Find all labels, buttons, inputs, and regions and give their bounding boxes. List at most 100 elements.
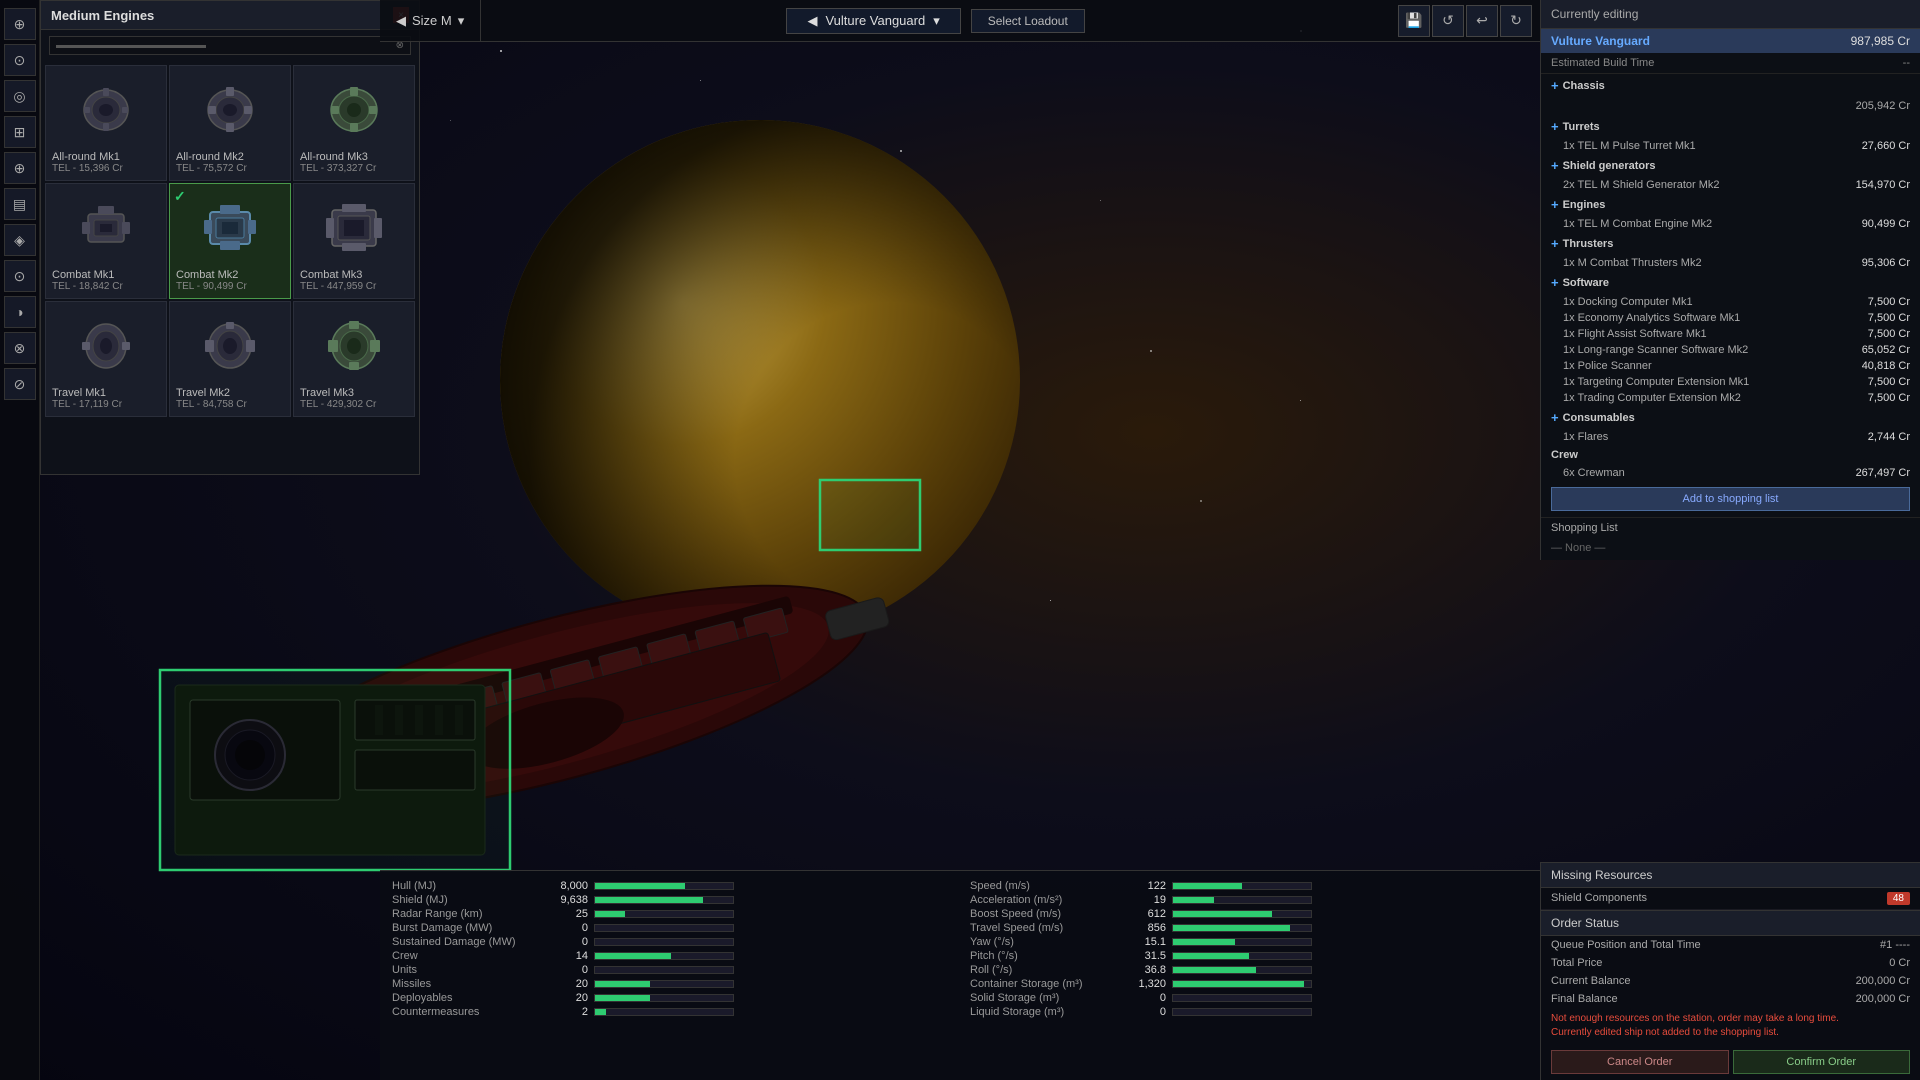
engine-img-travel-mk2	[176, 308, 284, 383]
stat-liquid-value: 0	[1131, 1006, 1166, 1018]
stat-units: Units 0	[392, 963, 950, 977]
top-bar-icons: 💾 ↺ ↩ ↻	[1390, 5, 1540, 37]
ship-name-row: Vulture Vanguard 987,985 Cr	[1541, 29, 1920, 53]
engine-item-combat-mk1[interactable]: Combat Mk1 TEL - 18,842 Cr	[45, 183, 167, 299]
left-icon-6[interactable]: ▤	[4, 188, 36, 220]
stat-sustained-bar	[594, 938, 734, 946]
engine-item-allround-mk1[interactable]: All-round Mk1 TEL - 15,396 Cr	[45, 65, 167, 181]
engine-item-allround-mk3[interactable]: All-round Mk3 TEL - 373,327 Cr	[293, 65, 415, 181]
stat-travel: Travel Speed (m/s) 856	[970, 921, 1528, 935]
software-expand-btn[interactable]: +	[1551, 275, 1559, 290]
left-icon-9[interactable]: ◑	[4, 296, 36, 328]
left-icon-10[interactable]: ⊗	[4, 332, 36, 364]
left-icon-3[interactable]: ◎	[4, 80, 36, 112]
stat-deployables: Deployables 20	[392, 991, 950, 1005]
engines-expand-btn[interactable]: +	[1551, 197, 1559, 212]
thruster-cost-1: 95,306 Cr	[1862, 257, 1910, 269]
stat-accel-value: 19	[1131, 894, 1166, 906]
currently-editing-panel: Currently editing Vulture Vanguard 987,9…	[1540, 0, 1920, 560]
engine-item-allround-mk2[interactable]: All-round Mk2 TEL - 75,572 Cr	[169, 65, 291, 181]
left-icon-1[interactable]: ⊕	[4, 8, 36, 40]
queue-value: #1 ----	[1880, 939, 1910, 951]
stat-yaw-bar	[1172, 938, 1312, 946]
stat-radar-value: 25	[553, 908, 588, 920]
consumables-expand-btn[interactable]: +	[1551, 410, 1559, 425]
cancel-order-button[interactable]: Cancel Order	[1551, 1050, 1729, 1074]
resource-name-1: Shield Components	[1551, 892, 1647, 905]
chassis-expand-btn[interactable]: +	[1551, 78, 1559, 93]
reload-button[interactable]: ↺	[1432, 5, 1464, 37]
size-chevron-down[interactable]: ▾	[458, 13, 465, 29]
stat-travel-bar	[1172, 924, 1312, 932]
search-placeholder: ▬▬▬▬▬▬▬▬▬▬▬▬▬▬▬	[56, 40, 206, 51]
left-icon-2[interactable]: ⊙	[4, 44, 36, 76]
software-name-6: 1x Targeting Computer Extension Mk1	[1563, 376, 1749, 388]
save-button[interactable]: 💾	[1398, 5, 1430, 37]
stat-container-bar	[1172, 980, 1312, 988]
ship-name-button[interactable]: ◀ Vulture Vanguard ▾	[786, 8, 960, 34]
stat-pitch-bar	[1172, 952, 1312, 960]
left-icon-8[interactable]: ⊙	[4, 260, 36, 292]
stat-boost-bar	[1172, 910, 1312, 918]
size-selector[interactable]: ◀ Size M ▾	[380, 0, 481, 41]
software-section: + Software	[1541, 271, 1920, 294]
undo-button[interactable]: ↩	[1466, 5, 1498, 37]
consumable-name-1: 1x Flares	[1563, 431, 1608, 443]
left-icon-7[interactable]: ◈	[4, 224, 36, 256]
ship-name-chevron-left[interactable]: ◀	[807, 13, 817, 29]
left-icon-4[interactable]: ⊞	[4, 116, 36, 148]
stat-crew-label: Crew	[392, 950, 547, 962]
loadout-button[interactable]: Select Loadout	[971, 9, 1085, 33]
stat-burst-bar	[594, 924, 734, 932]
ship-name-chevron-down[interactable]: ▾	[933, 13, 940, 29]
add-to-shopping-list-button[interactable]: Add to shopping list	[1551, 487, 1910, 511]
left-icon-5[interactable]: ⊕	[4, 152, 36, 184]
warning-line-1: Not enough resources on the station, ord…	[1551, 1013, 1839, 1024]
right-stats: Speed (m/s) 122 Acceleration (m/s²) 19 B…	[970, 879, 1528, 1019]
stat-hull-value: 8,000	[553, 880, 588, 892]
engine-item-combat-mk2[interactable]: ✓ Combat Mk2 TEL - 90,499 Cr	[169, 183, 291, 299]
consumables-section: + Consumables	[1541, 406, 1920, 429]
missing-resources-header: Missing Resources	[1541, 863, 1920, 888]
stat-solid-value: 0	[1131, 992, 1166, 1004]
stat-roll-value: 36.8	[1131, 964, 1166, 976]
engine-item-travel-mk3[interactable]: Travel Mk3 TEL - 429,302 Cr	[293, 301, 415, 417]
stat-burst: Burst Damage (MW) 0	[392, 921, 950, 935]
engine-name-allround-mk3: All-round Mk3	[300, 151, 408, 163]
stat-crew: Crew 14	[392, 949, 950, 963]
shopping-list-header: Shopping List	[1541, 517, 1920, 538]
editing-ship-name: Vulture Vanguard	[1551, 34, 1650, 48]
engine-cost-1: 90,499 Cr	[1862, 218, 1910, 230]
stat-radar-label: Radar Range (km)	[392, 908, 547, 920]
stat-units-value: 0	[553, 964, 588, 976]
stat-acceleration: Acceleration (m/s²) 19	[970, 893, 1528, 907]
engine-item-combat-mk3[interactable]: Combat Mk3 TEL - 447,959 Cr	[293, 183, 415, 299]
confirm-order-button[interactable]: Confirm Order	[1733, 1050, 1911, 1074]
software-row-1: 1x Docking Computer Mk1 7,500 Cr	[1541, 294, 1920, 310]
stat-liquid-bar	[1172, 1008, 1312, 1016]
thruster-row-1: 1x M Combat Thrusters Mk2 95,306 Cr	[1541, 255, 1920, 271]
stat-shield-value: 9,638	[553, 894, 588, 906]
engine-img-travel-mk1	[52, 308, 160, 383]
software-cost-6: 7,500 Cr	[1868, 376, 1910, 388]
editing-ship-cost: 987,985 Cr	[1851, 34, 1910, 48]
total-price-value: 0 Cr	[1889, 957, 1910, 969]
redo-button[interactable]: ↻	[1500, 5, 1532, 37]
engine-item-travel-mk1[interactable]: Travel Mk1 TEL - 17,119 Cr	[45, 301, 167, 417]
size-chevron-left[interactable]: ◀	[396, 13, 406, 29]
stat-missiles-bar	[594, 980, 734, 988]
turrets-expand-btn[interactable]: +	[1551, 119, 1559, 134]
shields-expand-btn[interactable]: +	[1551, 158, 1559, 173]
left-icon-11[interactable]: ⊘	[4, 368, 36, 400]
stat-hull-bar	[594, 882, 734, 890]
software-row-5: 1x Police Scanner 40,818 Cr	[1541, 358, 1920, 374]
software-name-2: 1x Economy Analytics Software Mk1	[1563, 312, 1740, 324]
items-grid: All-round Mk1 TEL - 15,396 Cr All-round …	[41, 61, 419, 421]
shields-label: Shield generators	[1563, 160, 1656, 172]
crew-section: Crew	[1541, 445, 1920, 465]
currently-editing-header: Currently editing	[1541, 0, 1920, 29]
engine-img-allround-mk3	[300, 72, 408, 147]
thrusters-expand-btn[interactable]: +	[1551, 236, 1559, 251]
engine-item-travel-mk2[interactable]: Travel Mk2 TEL - 84,758 Cr	[169, 301, 291, 417]
order-buttons: Cancel Order Confirm Order	[1541, 1044, 1920, 1080]
